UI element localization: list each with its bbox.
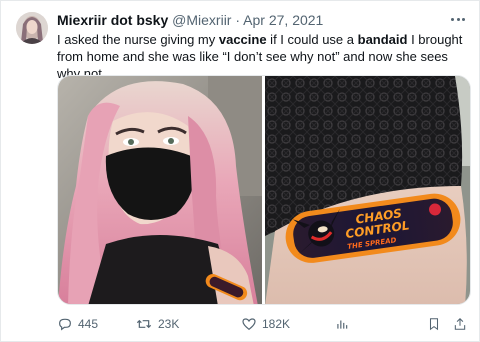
photo-bandaid-closeup[interactable]: CHAOS CONTROL THE SPREAD [265, 76, 471, 305]
share-button[interactable] [453, 314, 467, 334]
tweet-text-part: if I could use a [266, 32, 358, 47]
like-count: 182K [262, 317, 291, 331]
tweet-media[interactable]: CHAOS CONTROL THE SPREAD [57, 75, 471, 305]
tweet-text-bold: bandaid [357, 32, 408, 47]
more-icon[interactable] [451, 13, 465, 25]
bookmark-icon [429, 318, 439, 331]
share-icon [454, 318, 466, 330]
display-name[interactable]: Miexriir dot bsky [57, 12, 168, 28]
avatar[interactable] [16, 12, 48, 44]
tweet-date[interactable]: Apr 27, 2021 [243, 12, 323, 28]
heart-icon [242, 318, 256, 331]
retweet-count: 23K [158, 317, 180, 331]
action-bar: 445 23K 182K [57, 314, 471, 334]
bookmark-button[interactable] [427, 314, 441, 334]
retweet-button[interactable]: 23K [135, 314, 179, 334]
separator-dot: · [235, 12, 241, 28]
views-button[interactable] [335, 314, 349, 334]
reply-button[interactable]: 445 [57, 314, 98, 334]
analytics-icon [337, 320, 348, 329]
photo-selfie[interactable] [58, 76, 262, 305]
tweet-text-part: I asked the nurse giving my [57, 32, 219, 47]
tweet-text-bold: vaccine [218, 32, 267, 47]
reply-icon [59, 318, 71, 331]
tweet-card[interactable]: Miexriir dot bsky @Miexriir · Apr 27, 20… [0, 0, 480, 342]
like-button[interactable]: 182K [241, 314, 290, 334]
retweet-icon [136, 319, 152, 329]
reply-count: 445 [78, 317, 99, 331]
user-handle[interactable]: @Miexriir [172, 12, 231, 28]
tweet-header: Miexriir dot bsky @Miexriir · Apr 27, 20… [57, 11, 443, 29]
